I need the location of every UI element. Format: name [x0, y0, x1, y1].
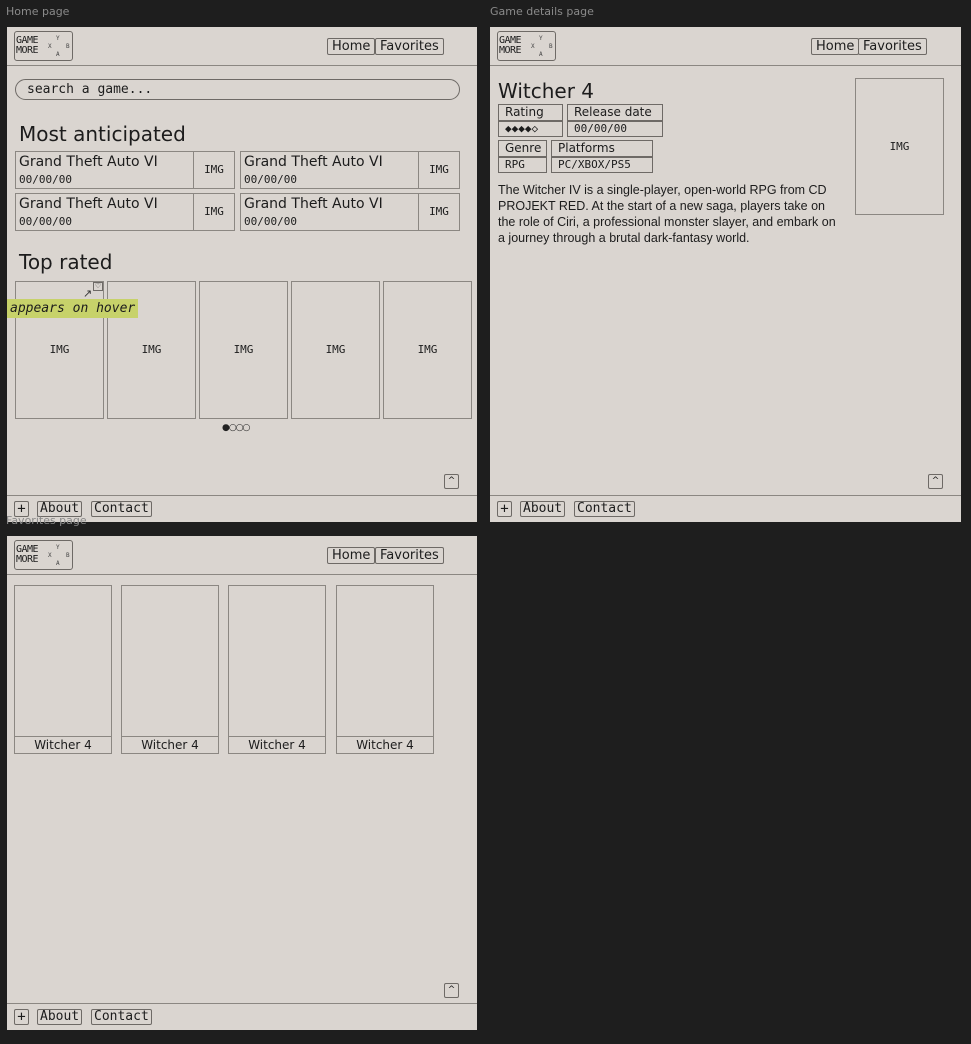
genre-label: Genre: [498, 140, 547, 157]
contact-link[interactable]: Contact: [91, 1009, 152, 1025]
anticipated-image: IMG: [418, 194, 459, 230]
anticipated-title: Grand Theft Auto VI: [19, 196, 158, 212]
anticipated-card[interactable]: Grand Theft Auto VI 00/00/00 IMG: [15, 151, 235, 189]
anticipated-date: 00/00/00: [19, 173, 72, 186]
carousel-pagination[interactable]: ●○○○: [222, 423, 250, 433]
header: GAME MORE Y X B A Home Favorites: [490, 27, 961, 66]
scroll-top-button[interactable]: ^: [928, 474, 943, 489]
logo-word-more: MORE: [499, 45, 522, 56]
logo-y-button: Y: [56, 544, 60, 551]
game-description: The Witcher IV is a single-player, open-…: [498, 183, 836, 245]
nav-home-button[interactable]: Home: [811, 38, 860, 55]
frame-label-details: Game details page: [490, 5, 594, 18]
top-rated-card[interactable]: IMG: [291, 281, 380, 419]
add-button[interactable]: +: [497, 501, 512, 517]
logo-b-button: B: [549, 43, 553, 50]
nav-home-button[interactable]: Home: [327, 547, 376, 564]
nav-home-button[interactable]: Home: [327, 38, 376, 55]
footer: + About Contact: [490, 495, 961, 522]
logo-x-button: X: [48, 552, 52, 559]
rating-value: ◆◆◆◆◇: [498, 121, 563, 137]
release-date-value: 00/00/00: [567, 121, 663, 137]
top-rated-heading: Top rated: [19, 250, 113, 274]
game-cover-image: IMG: [855, 78, 944, 215]
anticipated-image: IMG: [193, 194, 234, 230]
logo-x-button: X: [531, 43, 535, 50]
logo-x-button: X: [48, 43, 52, 50]
platforms-label: Platforms: [551, 140, 653, 157]
frame-label-favorites: Favorites page: [6, 514, 87, 527]
nav-favorites-button[interactable]: Favorites: [375, 547, 444, 564]
game-title: Witcher 4: [498, 79, 595, 103]
favorite-card[interactable]: Witcher 4: [228, 585, 326, 754]
anticipated-card[interactable]: Grand Theft Auto VI 00/00/00 IMG: [240, 151, 460, 189]
release-date-label: Release date: [567, 104, 663, 121]
favorite-card[interactable]: Witcher 4: [336, 585, 434, 754]
contact-link[interactable]: Contact: [91, 501, 152, 517]
logo-a-button: A: [56, 51, 60, 58]
favorite-title: Witcher 4: [15, 736, 111, 753]
header: GAME MORE Y X B A Home Favorites: [7, 27, 477, 66]
logo-a-button: A: [539, 51, 543, 58]
contact-link[interactable]: Contact: [574, 501, 635, 517]
home-page-frame: GAME MORE Y X B A Home Favorites search …: [7, 27, 477, 522]
anticipated-date: 00/00/00: [19, 215, 72, 228]
about-link[interactable]: About: [37, 1009, 83, 1025]
anticipated-date: 00/00/00: [244, 173, 297, 186]
favorite-title: Witcher 4: [229, 736, 325, 753]
hover-annotation: appears on hover: [7, 299, 139, 318]
heart-icon[interactable]: ♡: [93, 282, 103, 291]
header: GAME MORE Y X B A Home Favorites: [7, 536, 477, 575]
nav-favorites-button[interactable]: Favorites: [858, 38, 927, 55]
top-rated-card[interactable]: IMG: [383, 281, 472, 419]
search-input[interactable]: search a game...: [15, 79, 460, 100]
anticipated-card[interactable]: Grand Theft Auto VI 00/00/00 IMG: [240, 193, 460, 231]
logo-b-button: B: [66, 552, 70, 559]
logo-b-button: B: [66, 43, 70, 50]
scroll-top-button[interactable]: ^: [444, 474, 459, 489]
favorites-page-frame: GAME MORE Y X B A Home Favorites Witcher…: [7, 536, 477, 1030]
most-anticipated-heading: Most anticipated: [19, 122, 186, 146]
anticipated-image: IMG: [193, 152, 234, 188]
top-rated-card[interactable]: IMG: [199, 281, 288, 419]
logo[interactable]: GAME MORE Y X B A: [14, 540, 73, 570]
platforms-value: PC/XBOX/PS5: [551, 157, 653, 173]
add-button[interactable]: +: [14, 1009, 29, 1025]
nav-favorites-button[interactable]: Favorites: [375, 38, 444, 55]
logo-a-button: A: [56, 560, 60, 567]
rating-label: Rating: [498, 104, 563, 121]
genre-value: RPG: [498, 157, 547, 173]
anticipated-title: Grand Theft Auto VI: [19, 154, 158, 170]
favorite-title: Witcher 4: [337, 736, 433, 753]
scroll-top-button[interactable]: ^: [444, 983, 459, 998]
logo-y-button: Y: [539, 35, 543, 42]
footer: + About Contact: [7, 1003, 477, 1030]
anticipated-date: 00/00/00: [244, 215, 297, 228]
anticipated-title: Grand Theft Auto VI: [244, 196, 383, 212]
logo[interactable]: GAME MORE Y X B A: [497, 31, 556, 61]
logo-y-button: Y: [56, 35, 60, 42]
favorite-title: Witcher 4: [122, 736, 218, 753]
anticipated-image: IMG: [418, 152, 459, 188]
frame-label-home: Home page: [6, 5, 70, 18]
anticipated-card[interactable]: Grand Theft Auto VI 00/00/00 IMG: [15, 193, 235, 231]
logo-word-more: MORE: [16, 554, 39, 565]
logo-word-more: MORE: [16, 45, 39, 56]
favorite-card[interactable]: Witcher 4: [121, 585, 219, 754]
details-page-frame: GAME MORE Y X B A Home Favorites Witcher…: [490, 27, 961, 522]
favorite-card[interactable]: Witcher 4: [14, 585, 112, 754]
anticipated-title: Grand Theft Auto VI: [244, 154, 383, 170]
logo[interactable]: GAME MORE Y X B A: [14, 31, 73, 61]
about-link[interactable]: About: [520, 501, 566, 517]
